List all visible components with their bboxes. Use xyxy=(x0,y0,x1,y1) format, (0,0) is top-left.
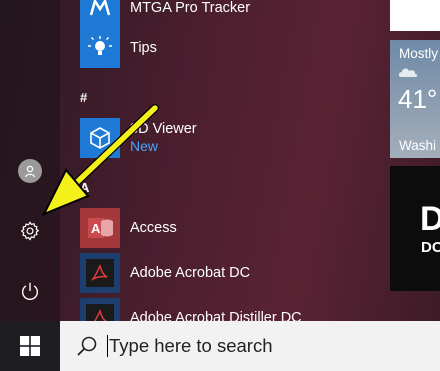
tile-logo-text: DO xyxy=(421,239,440,256)
acrobat-distiller-app-icon xyxy=(80,298,120,321)
app-label: Access xyxy=(130,219,177,236)
app-list: MTGA Pro Tracker Tips # 3D Viewer New A … xyxy=(60,0,380,321)
acrobat-app-icon xyxy=(80,253,120,293)
windows-logo-icon xyxy=(20,336,40,356)
app-label: Tips xyxy=(130,39,157,56)
user-account-button[interactable] xyxy=(0,149,60,193)
new-badge: New xyxy=(130,138,159,154)
app-item-access[interactable]: A Access xyxy=(80,208,177,248)
start-button[interactable] xyxy=(0,321,60,371)
app-item-mtga-pro-tracker[interactable]: MTGA Pro Tracker xyxy=(80,0,250,28)
live-tiles: Mostly 41° Washi D DO xyxy=(390,0,440,321)
search-placeholder: Type here to search xyxy=(109,335,273,356)
app-item-3d-viewer[interactable]: 3D Viewer New xyxy=(80,118,197,158)
section-header-hash[interactable]: # xyxy=(80,90,87,105)
mtga-app-icon xyxy=(80,0,120,28)
tile-logo-letter: D xyxy=(420,200,440,238)
gear-icon xyxy=(21,221,39,241)
app-label: MTGA Pro Tracker xyxy=(130,0,251,16)
weather-city: Washi xyxy=(399,138,437,153)
cloud-icon xyxy=(398,68,418,77)
start-menu: MTGA Pro Tracker Tips # 3D Viewer New A … xyxy=(0,0,440,321)
app-label: Adobe Acrobat Distiller DC xyxy=(130,309,302,322)
section-header-a[interactable]: A xyxy=(80,180,89,195)
weather-temperature: 41° xyxy=(398,84,438,114)
app-label: Adobe Acrobat DC xyxy=(130,264,251,281)
app-item-adobe-acrobat-distiller-dc[interactable]: Adobe Acrobat Distiller DC xyxy=(80,298,302,321)
power-icon xyxy=(22,282,38,300)
text-caret xyxy=(107,335,108,357)
white-tile[interactable] xyxy=(390,0,440,31)
search-box[interactable]: Type here to search xyxy=(60,321,440,371)
weather-tile[interactable]: Mostly 41° Washi xyxy=(390,40,440,158)
cube-icon xyxy=(80,118,120,158)
lightbulb-icon xyxy=(80,28,120,68)
start-left-rail xyxy=(0,0,60,321)
access-app-icon: A xyxy=(80,208,120,248)
app-item-tips[interactable]: Tips xyxy=(80,28,157,68)
app-label: 3D Viewer xyxy=(130,121,197,137)
user-avatar-icon xyxy=(18,159,42,183)
app-item-adobe-acrobat-dc[interactable]: Adobe Acrobat DC xyxy=(80,253,250,293)
search-icon xyxy=(77,336,97,356)
settings-button[interactable] xyxy=(0,209,60,253)
black-tile[interactable]: D DO xyxy=(390,166,440,291)
taskbar: Type here to search xyxy=(0,321,440,371)
power-button[interactable] xyxy=(0,269,60,313)
weather-condition: Mostly xyxy=(399,46,439,61)
svg-text:A: A xyxy=(91,221,101,236)
